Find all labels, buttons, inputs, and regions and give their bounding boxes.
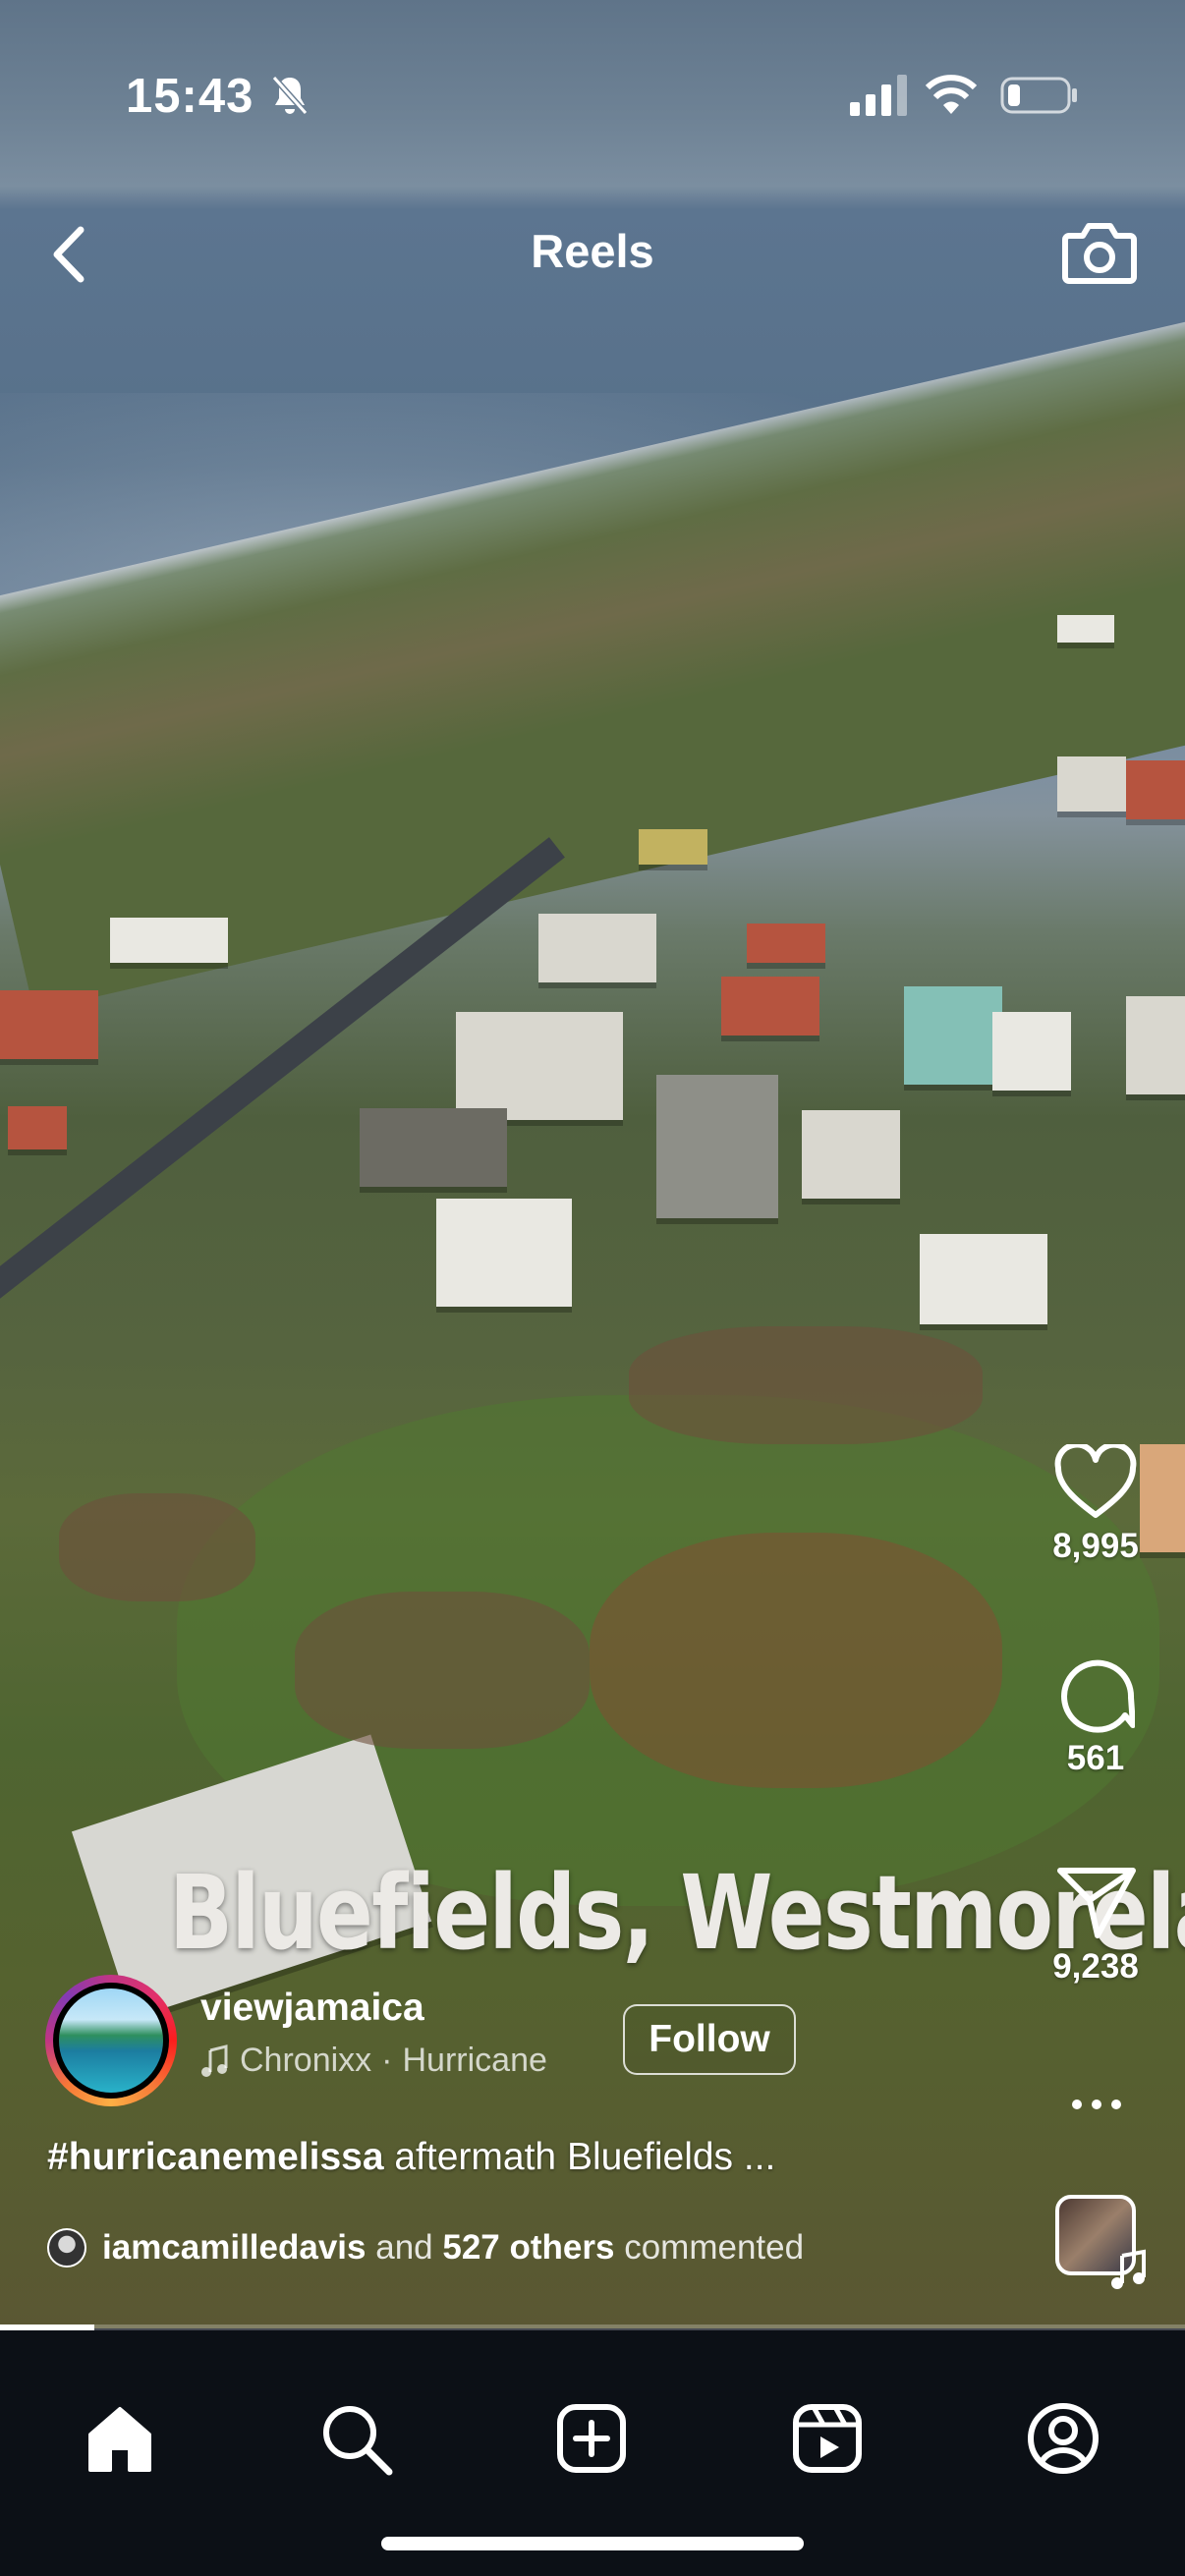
house	[639, 829, 707, 865]
music-info[interactable]: Chronixx · Hurricane	[200, 2042, 547, 2080]
music-separator: ·	[381, 2042, 393, 2079]
debris	[59, 1493, 255, 1601]
reels-icon[interactable]	[788, 2399, 867, 2478]
wifi-icon	[926, 75, 977, 114]
commenters-others: 527 others	[442, 2228, 615, 2267]
status-time: 15:43	[126, 70, 254, 123]
status-bar: 15:43	[0, 0, 1185, 196]
reel-caption[interactable]: #hurricanemelissa aftermath Bluefields .…	[47, 2136, 775, 2179]
comment-count: 561	[1066, 1739, 1125, 1777]
bell-off-icon	[271, 76, 309, 115]
comment-action[interactable]: 561	[1032, 1654, 1159, 1778]
paper-plane-icon[interactable]	[1054, 1863, 1137, 1941]
profile-icon[interactable]	[1024, 2399, 1102, 2478]
more-options-icon[interactable]	[1067, 2085, 1126, 2124]
house	[721, 977, 819, 1036]
house	[1057, 615, 1114, 643]
music-title: Hurricane	[402, 2042, 547, 2079]
page-title: Reels	[531, 225, 654, 277]
avatar-image	[59, 1988, 163, 2093]
house	[802, 1110, 900, 1199]
avatar-inner	[53, 1983, 169, 2099]
home-indicator[interactable]	[381, 2537, 804, 2550]
house	[1057, 756, 1126, 812]
reels-screen: 15:43 Reels Bluefields, Westmorel 8,995 …	[0, 0, 1185, 2576]
house	[992, 1012, 1071, 1091]
share-action[interactable]: 9,238	[1032, 1863, 1159, 1987]
reel-video[interactable]	[0, 0, 1185, 2328]
battery-icon	[1000, 77, 1077, 114]
follow-button[interactable]: Follow	[623, 2004, 796, 2075]
red-soil-patch	[590, 1533, 1002, 1788]
house	[1126, 996, 1185, 1094]
house	[8, 1106, 67, 1149]
house	[1126, 760, 1185, 819]
house	[436, 1199, 572, 1307]
author-avatar[interactable]	[45, 1975, 177, 2106]
commenters-suffix: commented	[624, 2228, 805, 2267]
house	[538, 914, 656, 982]
commenter-username: iamcamilledavis	[102, 2228, 367, 2267]
music-note-icon	[201, 2044, 228, 2077]
author-username[interactable]: viewjamaica	[200, 1987, 424, 2030]
house	[904, 986, 1002, 1085]
share-count: 9,238	[1052, 1947, 1139, 1986]
comments-preview[interactable]: iamcamilledavis and 527 others commented	[47, 2228, 804, 2268]
comment-bubble-icon[interactable]	[1056, 1654, 1135, 1733]
caption-hashtag[interactable]: #hurricanemelissa	[47, 2136, 384, 2178]
house	[360, 1108, 507, 1187]
camera-icon[interactable]	[1061, 218, 1138, 287]
cellular-signal-icon	[850, 75, 907, 116]
create-post-icon[interactable]	[552, 2399, 631, 2478]
house	[656, 1075, 778, 1218]
debris	[629, 1326, 983, 1444]
search-icon[interactable]	[316, 2399, 395, 2478]
commenter-avatar	[47, 2228, 86, 2268]
house	[110, 918, 228, 963]
house	[747, 924, 825, 963]
home-icon[interactable]	[81, 2399, 159, 2478]
heart-icon[interactable]	[1053, 1444, 1138, 1521]
house	[456, 1012, 623, 1120]
like-count: 8,995	[1052, 1527, 1139, 1565]
caption-text: aftermath Bluefields ...	[383, 2136, 776, 2178]
music-artist: Chronixx	[240, 2042, 372, 2079]
house	[0, 990, 98, 1059]
debris	[295, 1592, 590, 1749]
house	[920, 1234, 1047, 1324]
like-action[interactable]: 8,995	[1032, 1444, 1159, 1566]
music-note-icon	[1111, 2249, 1146, 2289]
commenters-and: and	[375, 2228, 433, 2267]
